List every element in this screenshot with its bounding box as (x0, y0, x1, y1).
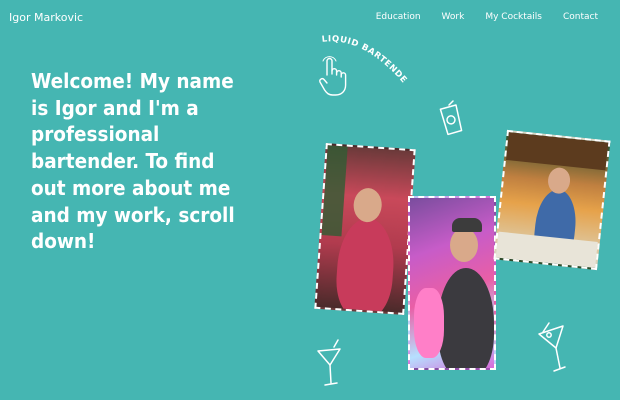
bartender-photo-3 (493, 129, 611, 271)
hero-welcome-text: Welcome! My name is Igor and I'm a profe… (31, 69, 235, 254)
nav-my-cocktails[interactable]: My Cocktails (485, 12, 542, 22)
drink-glass-icon (439, 100, 463, 136)
bartender-photo-2 (408, 196, 496, 370)
martini-icon (317, 339, 341, 386)
main-nav: Education Work My Cocktails Contact (376, 12, 598, 22)
nav-education[interactable]: Education (376, 12, 421, 22)
nav-work[interactable]: Work (442, 12, 465, 22)
tap-hand-icon (319, 56, 347, 96)
martini-icon (538, 322, 566, 372)
nav-contact[interactable]: Contact (563, 12, 598, 22)
brand-name[interactable]: Igor Markovic (9, 11, 83, 24)
bartender-photo-1 (314, 143, 416, 315)
